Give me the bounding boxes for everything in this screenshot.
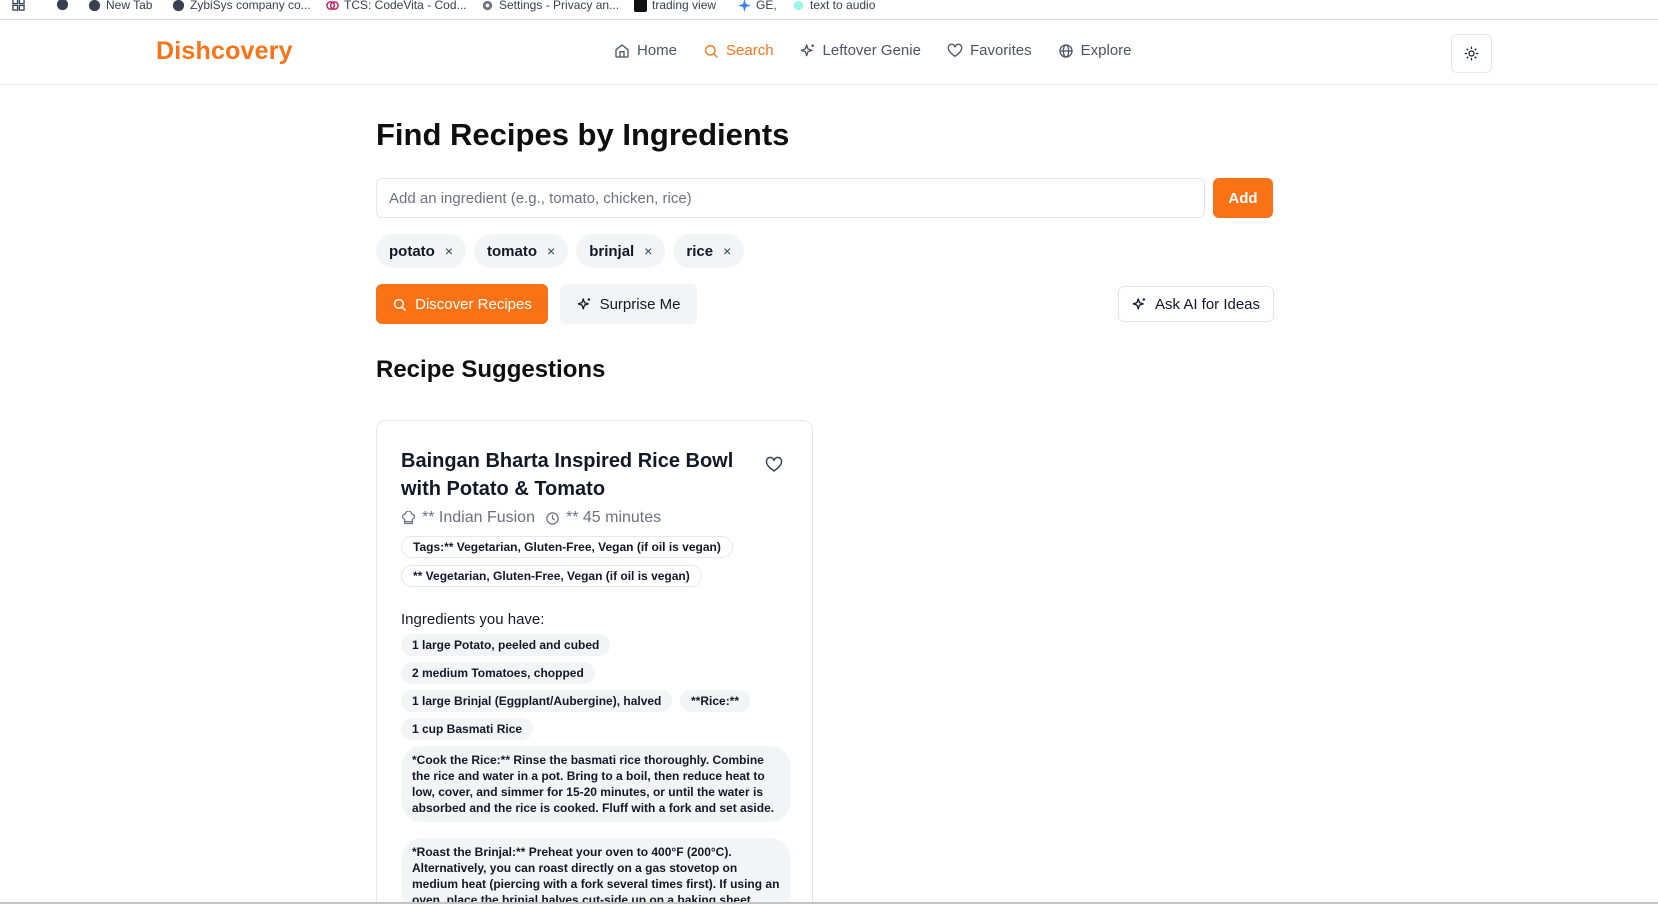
chip-label: brinjal <box>589 242 635 260</box>
apps-grid-icon[interactable] <box>12 0 25 11</box>
ask-ai-button[interactable]: Ask AI for Ideas <box>1118 286 1274 322</box>
ingredient-chips: potato × tomato × brinjal × rice × <box>376 234 745 268</box>
nav-label: Home <box>637 42 678 59</box>
nav-favorites[interactable]: Favorites <box>947 42 1032 59</box>
surprise-me-button[interactable]: Surprise Me <box>560 284 697 324</box>
bookmark-new-tab[interactable]: New Tab <box>88 0 152 12</box>
button-label: Discover Recipes <box>415 295 532 313</box>
section-title: Recipe Suggestions <box>376 356 606 383</box>
chef-hat-icon <box>401 510 416 524</box>
remove-chip-icon[interactable]: × <box>644 243 652 259</box>
heart-icon <box>947 43 963 57</box>
nav-search[interactable]: Search <box>703 42 774 59</box>
bookmark-label: text to audio <box>810 0 876 12</box>
bookmark-text-to-audio[interactable]: text to audio <box>792 0 875 12</box>
button-label: Ask AI for Ideas <box>1154 295 1261 313</box>
sparkles-icon <box>577 297 590 309</box>
gemini-star-icon <box>738 0 751 12</box>
nav-label: Explore <box>1080 42 1132 59</box>
clock-icon <box>546 511 559 525</box>
nav-label: Leftover Genie <box>822 42 921 59</box>
sparkles-icon <box>800 43 814 56</box>
favorite-heart-icon[interactable] <box>765 456 783 474</box>
ingredient-chip: potato × <box>376 234 467 268</box>
audio-app-icon <box>793 0 804 10</box>
recipe-time: ** 45 minutes <box>565 509 662 526</box>
bookmark-trading-view[interactable]: trading view <box>634 0 716 12</box>
recipe-card[interactable]: Baingan Bharta Inspired Rice Bowl with P… <box>376 420 813 904</box>
tradingview-icon <box>634 0 647 12</box>
nav-leftover-genie[interactable]: Leftover Genie <box>800 42 921 59</box>
discover-recipes-button[interactable]: Discover Recipes <box>376 284 548 324</box>
globe-icon <box>1058 43 1073 58</box>
nav-home[interactable]: Home <box>614 42 677 59</box>
chip-label: rice <box>686 242 714 260</box>
recipe-step: *Cook the Rice:** Rinse the basmati rice… <box>401 746 791 822</box>
sun-icon <box>1464 46 1479 61</box>
remove-chip-icon[interactable]: × <box>547 243 555 259</box>
bookmark-tcs-codevita[interactable]: TCS: CodeVita - Cod... <box>326 0 467 12</box>
theme-toggle-button[interactable] <box>1451 34 1492 73</box>
recipe-meta: ** Indian Fusion ** 45 minutes <box>401 509 661 527</box>
ingredient-pill: 1 cup Basmati Rice <box>401 718 534 740</box>
tcs-logo-icon <box>326 0 339 10</box>
recipe-title: Baingan Bharta Inspired Rice Bowl with P… <box>401 450 734 500</box>
ingredients-label: Ingredients you have: <box>401 611 545 628</box>
bookmark-label: Settings - Privacy an... <box>499 0 620 12</box>
bookmarks-bar: New Tab ZybiSys company co... TCS: CodeV… <box>0 0 1658 20</box>
chip-label: potato <box>389 242 435 260</box>
bookmark-label: New Tab <box>106 0 153 12</box>
home-icon <box>615 43 629 58</box>
add-ingredient-button[interactable]: Add <box>1213 178 1273 218</box>
button-label: Surprise Me <box>599 295 681 313</box>
chip-label: tomato <box>487 242 538 260</box>
recipe-tag: Tags:** Vegetarian, Gluten-Free, Vegan (… <box>401 536 733 558</box>
ingredient-pill: 1 large Potato, peeled and cubed <box>401 634 611 656</box>
nav-explore[interactable]: Explore <box>1058 42 1132 59</box>
nav-label: Favorites <box>969 42 1032 59</box>
ingredient-chip: brinjal × <box>576 234 666 268</box>
ingredient-pill: 1 large Brinjal (Eggplant/Aubergine), ha… <box>401 690 673 712</box>
site-header: Dishcovery Home Search Leftover Genie Fa… <box>0 21 1658 85</box>
ingredient-input[interactable] <box>376 178 1205 218</box>
remove-chip-icon[interactable]: × <box>723 243 731 259</box>
page-title: Find Recipes by Ingredients <box>376 117 790 152</box>
ingredient-pill: 2 medium Tomatoes, chopped <box>401 662 595 684</box>
bookmark-label: ZybiSys company co... <box>190 0 311 12</box>
ingredient-chip: rice × <box>673 234 745 268</box>
gear-icon <box>482 0 493 10</box>
recipe-cuisine: ** Indian Fusion <box>422 509 535 526</box>
ingredient-chip: tomato × <box>474 234 569 268</box>
recipe-step: *Roast the Brinjal:** Preheat your oven … <box>401 838 791 904</box>
main-nav: Home Search Leftover Genie Favorites Exp… <box>614 42 1132 59</box>
bookmark-settings[interactable]: Settings - Privacy an... <box>481 0 619 12</box>
sparkles-icon <box>1132 297 1146 309</box>
site-logo[interactable]: Dishcovery <box>156 37 293 66</box>
globe-icon <box>172 0 185 11</box>
nav-label: Search <box>726 42 774 59</box>
remove-chip-icon[interactable]: × <box>445 243 453 259</box>
bookmark-zybisys[interactable]: ZybiSys company co... <box>172 0 311 12</box>
bookmark-label: TCS: CodeVita - Cod... <box>344 0 467 12</box>
bookmark-globe-icon[interactable] <box>56 0 69 11</box>
bookmark-label: GE, <box>756 0 777 12</box>
search-icon <box>705 44 718 58</box>
search-icon <box>393 298 406 311</box>
ingredient-pill: **Rice:** <box>680 690 751 712</box>
bookmark-label: trading view <box>652 0 717 12</box>
recipe-tag: ** Vegetarian, Gluten-Free, Vegan (if oi… <box>401 565 702 587</box>
globe-icon <box>88 0 101 11</box>
bookmark-ge[interactable]: GE, <box>738 0 777 12</box>
